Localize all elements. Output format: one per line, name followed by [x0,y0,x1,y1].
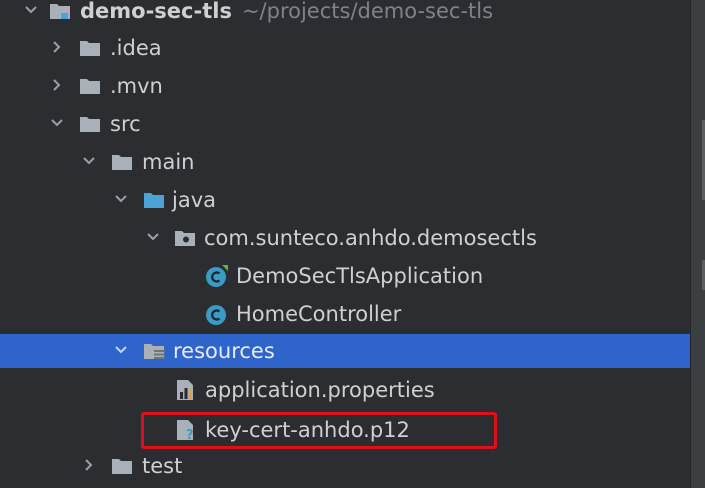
tree-row-resources[interactable]: resources [0,334,690,368]
tree-item-label: HomeController [236,302,402,326]
chevron-down-icon[interactable] [110,181,132,219]
editor-gutter-strip [690,0,705,488]
tree-item-label: DemoSecTlsApplication [236,264,484,288]
folder-icon [78,29,104,67]
tree-row-root[interactable]: demo-sec-tls ~/projects/demo-sec-tls [0,0,690,30]
chevron-down-icon[interactable] [78,143,100,181]
tree-row-src[interactable]: src [0,105,690,143]
tree-row-demosectlsapplication[interactable]: DemoSecTlsApplication [0,257,690,295]
tree-row-idea[interactable]: .idea [0,29,690,67]
chevron-down-icon[interactable] [142,219,164,257]
folder-icon [110,143,136,181]
project-root-label: demo-sec-tls ~/projects/demo-sec-tls [80,0,493,30]
tree-item-label: src [110,112,141,136]
tree-item-label: main [142,150,195,174]
chevron-right-icon[interactable] [46,29,68,67]
tree-row-test[interactable]: test [0,447,690,485]
tree-row-main[interactable]: main [0,143,690,181]
tree-item-label: test [142,454,183,478]
tree-row-mvn[interactable]: .mvn [0,67,690,105]
tree-item-label: application.properties [205,378,435,402]
tree-item-label: resources [173,339,275,363]
chevron-right-icon[interactable] [46,67,68,105]
resources-folder-icon [142,334,168,372]
source-folder-icon [142,181,168,219]
tree-item-label: java [172,188,216,212]
chevron-down-icon[interactable] [110,334,132,372]
class-icon [204,295,230,333]
tree-item-label: .idea [110,36,162,60]
chevron-down-icon[interactable] [20,0,42,30]
tree-row-package[interactable]: com.sunteco.anhdo.demosectls [0,219,690,257]
project-tree-panel: demo-sec-tls ~/projects/demo-sec-tls .ide… [0,0,690,488]
spring-boot-class-icon [204,257,230,295]
chevron-right-icon[interactable] [78,447,100,485]
module-icon [48,0,74,30]
tree-row-java[interactable]: java [0,181,690,219]
tree-item-label: com.sunteco.anhdo.demosectls [204,226,537,250]
tree-item-label: .mvn [110,74,163,98]
folder-icon [78,105,104,143]
tree-row-application-properties[interactable]: application.properties [0,371,690,409]
project-path: ~/projects/demo-sec-tls [241,0,494,23]
highlight-annotation-box [141,412,497,449]
tree-row-homecontroller[interactable]: HomeController [0,295,690,333]
chevron-down-icon[interactable] [46,105,68,143]
folder-icon [110,447,136,485]
project-name: demo-sec-tls [80,0,232,23]
folder-icon [78,67,104,105]
properties-file-icon [173,371,199,409]
package-icon [173,219,199,257]
